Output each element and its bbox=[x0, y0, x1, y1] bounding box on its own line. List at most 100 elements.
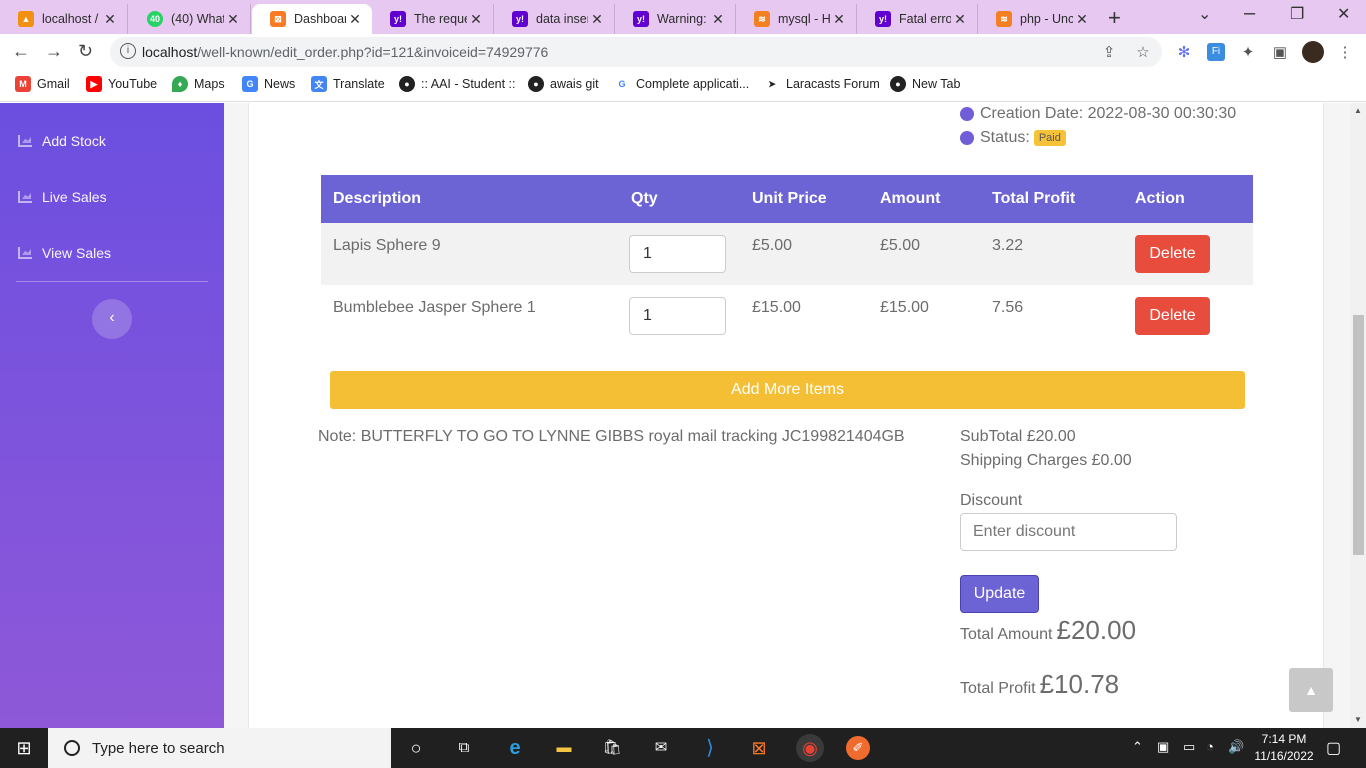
network-icon[interactable]: ▣ bbox=[1157, 739, 1169, 755]
xampp-icon: ⊠ bbox=[270, 11, 286, 27]
browser-tab[interactable]: ≋ mysql - Ho ✕ bbox=[736, 4, 857, 34]
bookmark-maps[interactable]: ♦ Maps bbox=[172, 76, 225, 92]
browser-tab[interactable]: y! data insert ✕ bbox=[494, 4, 615, 34]
youtube-icon: ▶ bbox=[86, 76, 102, 92]
yahoo-icon: y! bbox=[633, 11, 649, 27]
scroll-up-arrow-icon[interactable]: ▲ bbox=[1354, 106, 1362, 115]
chrome-icon[interactable]: ◉ bbox=[796, 734, 824, 762]
xampp-icon[interactable]: ⊠ bbox=[747, 736, 771, 760]
bookmark-aai-student[interactable]: ●:: AAI - Student :: bbox=[399, 76, 516, 92]
share-icon[interactable]: ⇪ bbox=[1100, 43, 1118, 61]
item-unit-price: £5.00 bbox=[740, 223, 868, 285]
browser-tab[interactable]: ≋ php - Unca ✕ bbox=[978, 4, 1099, 34]
discount-input[interactable] bbox=[960, 513, 1177, 551]
close-icon[interactable]: ✕ bbox=[101, 11, 119, 28]
address-bar[interactable]: i localhost/well-known/edit_order.php?id… bbox=[110, 37, 1162, 67]
column-header: Amount bbox=[868, 175, 980, 223]
delete-button[interactable]: Delete bbox=[1135, 297, 1210, 335]
minimize-icon[interactable]: – bbox=[1244, 2, 1255, 25]
reload-icon[interactable]: ↻ bbox=[78, 41, 93, 62]
shipping-charges: Shipping Charges £0.00 bbox=[960, 452, 1132, 469]
tab-search-icon[interactable]: ⌄ bbox=[1198, 4, 1211, 24]
new-tab-button[interactable]: + bbox=[1108, 5, 1121, 31]
item-amount: £5.00 bbox=[868, 223, 980, 285]
extension-fi-icon[interactable]: Fi bbox=[1207, 43, 1225, 61]
bookmark-laracasts[interactable]: ➤ Laracasts Forum bbox=[764, 76, 880, 92]
total-profit: Total Profit £10.78 bbox=[960, 669, 1120, 699]
bookmark-gmail[interactable]: M Gmail bbox=[15, 76, 70, 92]
edge-icon[interactable]: e bbox=[503, 736, 527, 760]
restore-icon[interactable]: ❐ bbox=[1290, 4, 1304, 24]
browser-tab[interactable]: y! Fatal error ✕ bbox=[857, 4, 978, 34]
delete-button[interactable]: Delete bbox=[1135, 235, 1210, 273]
browser-tab[interactable]: y! The reques ✕ bbox=[372, 4, 494, 34]
side-panel-icon[interactable]: ▣ bbox=[1271, 43, 1289, 61]
yahoo-icon: y! bbox=[512, 11, 528, 27]
profile-avatar[interactable] bbox=[1302, 41, 1324, 63]
extension-gear-icon[interactable]: ✻ bbox=[1175, 43, 1193, 61]
wifi-icon[interactable]: ◔ bbox=[1206, 739, 1214, 754]
bookmark-complete-application[interactable]: G Complete applicati... bbox=[614, 76, 749, 92]
close-icon[interactable]: ✕ bbox=[830, 11, 848, 28]
cortana-icon[interactable]: ○ bbox=[404, 736, 428, 760]
browser-tab[interactable]: y! Warning: U ✕ bbox=[615, 4, 736, 34]
stackoverflow-icon: ≋ bbox=[996, 11, 1012, 27]
qty-input[interactable] bbox=[629, 235, 726, 273]
battery-icon[interactable]: ▭ bbox=[1183, 739, 1195, 755]
sidebar-item-add-stock[interactable]: Add Stock bbox=[18, 133, 106, 149]
table-header-row: Description Qty Unit Price Amount Total … bbox=[321, 175, 1253, 223]
add-more-items-button[interactable]: Add More Items bbox=[330, 371, 1245, 409]
qty-input[interactable] bbox=[629, 297, 726, 335]
browser-tab-active[interactable]: ⊠ Dashboard ✕ bbox=[252, 4, 372, 34]
browser-tab[interactable]: ▲ localhost / ✕ bbox=[0, 4, 128, 34]
google-icon: G bbox=[614, 76, 630, 92]
clock-date[interactable]: 11/16/2022 bbox=[1251, 749, 1317, 763]
scrollbar-thumb[interactable] bbox=[1353, 315, 1364, 555]
close-icon[interactable]: ✕ bbox=[224, 11, 242, 28]
discount-label: Discount bbox=[960, 492, 1023, 509]
tray-chevron-icon[interactable]: ⌃ bbox=[1132, 739, 1143, 755]
forward-icon[interactable]: → bbox=[45, 41, 63, 62]
store-icon[interactable]: 🛍 bbox=[600, 736, 624, 760]
bookmark-news[interactable]: G News bbox=[242, 76, 295, 92]
maps-icon: ♦ bbox=[172, 76, 188, 92]
windows-start-icon[interactable]: ⊞ bbox=[12, 736, 36, 760]
sidebar-collapse-button[interactable]: ‹ bbox=[92, 299, 132, 339]
column-header: Unit Price bbox=[740, 175, 868, 223]
close-icon[interactable]: ✕ bbox=[588, 11, 606, 28]
taskbar-search[interactable]: Type here to search bbox=[48, 728, 391, 768]
scroll-to-top-button[interactable]: ▲ bbox=[1289, 668, 1333, 712]
browser-toolbar: ← → ↻ i localhost/well-known/edit_order.… bbox=[0, 34, 1366, 70]
vscode-icon[interactable]: ⟩ bbox=[698, 736, 722, 760]
site-info-icon[interactable]: i bbox=[120, 43, 136, 59]
back-icon[interactable]: ← bbox=[12, 41, 30, 62]
bookmark-translate[interactable]: 文 Translate bbox=[311, 76, 385, 92]
file-explorer-icon[interactable]: ▬ bbox=[552, 736, 576, 760]
close-icon[interactable]: ✕ bbox=[346, 11, 364, 28]
update-button[interactable]: Update bbox=[960, 575, 1039, 613]
volume-icon[interactable]: 🔊 bbox=[1228, 739, 1244, 755]
task-view-icon[interactable]: ⧉ bbox=[452, 736, 476, 760]
page-scrollbar[interactable]: ▲ ▼ bbox=[1350, 103, 1366, 728]
close-icon[interactable]: ✕ bbox=[467, 11, 485, 28]
window-close-icon[interactable]: ✕ bbox=[1337, 4, 1350, 24]
clock-time[interactable]: 7:14 PM bbox=[1251, 732, 1317, 746]
browser-tab[interactable]: 40 (40) Whats ✕ bbox=[129, 4, 251, 34]
scroll-down-arrow-icon[interactable]: ▼ bbox=[1354, 715, 1362, 724]
bookmark-star-icon[interactable]: ☆ bbox=[1134, 43, 1152, 61]
sidebar-item-view-sales[interactable]: View Sales bbox=[18, 245, 111, 261]
postman-icon[interactable]: ✐ bbox=[846, 736, 870, 760]
sidebar-item-live-sales[interactable]: Live Sales bbox=[18, 189, 107, 205]
close-icon[interactable]: ✕ bbox=[1073, 11, 1091, 28]
bookmark-new-tab[interactable]: ● New Tab bbox=[890, 76, 960, 92]
mail-icon[interactable]: ✉ bbox=[649, 736, 673, 760]
bookmark-youtube[interactable]: ▶ YouTube bbox=[86, 76, 157, 92]
notifications-icon[interactable]: ▢ bbox=[1326, 738, 1341, 758]
extensions-puzzle-icon[interactable]: ✦ bbox=[1239, 43, 1257, 61]
url-text[interactable]: localhost/well-known/edit_order.php?id=1… bbox=[142, 44, 548, 60]
bookmark-awais-git[interactable]: ● awais git bbox=[528, 76, 599, 92]
close-icon[interactable]: ✕ bbox=[951, 11, 969, 28]
menu-kebab-icon[interactable]: ⋮ bbox=[1336, 43, 1354, 61]
windows-taskbar: ⊞ Type here to search ○ ⧉ e ▬ 🛍 ✉ ⟩ ⊠ ◉ … bbox=[0, 728, 1366, 768]
close-icon[interactable]: ✕ bbox=[709, 11, 727, 28]
